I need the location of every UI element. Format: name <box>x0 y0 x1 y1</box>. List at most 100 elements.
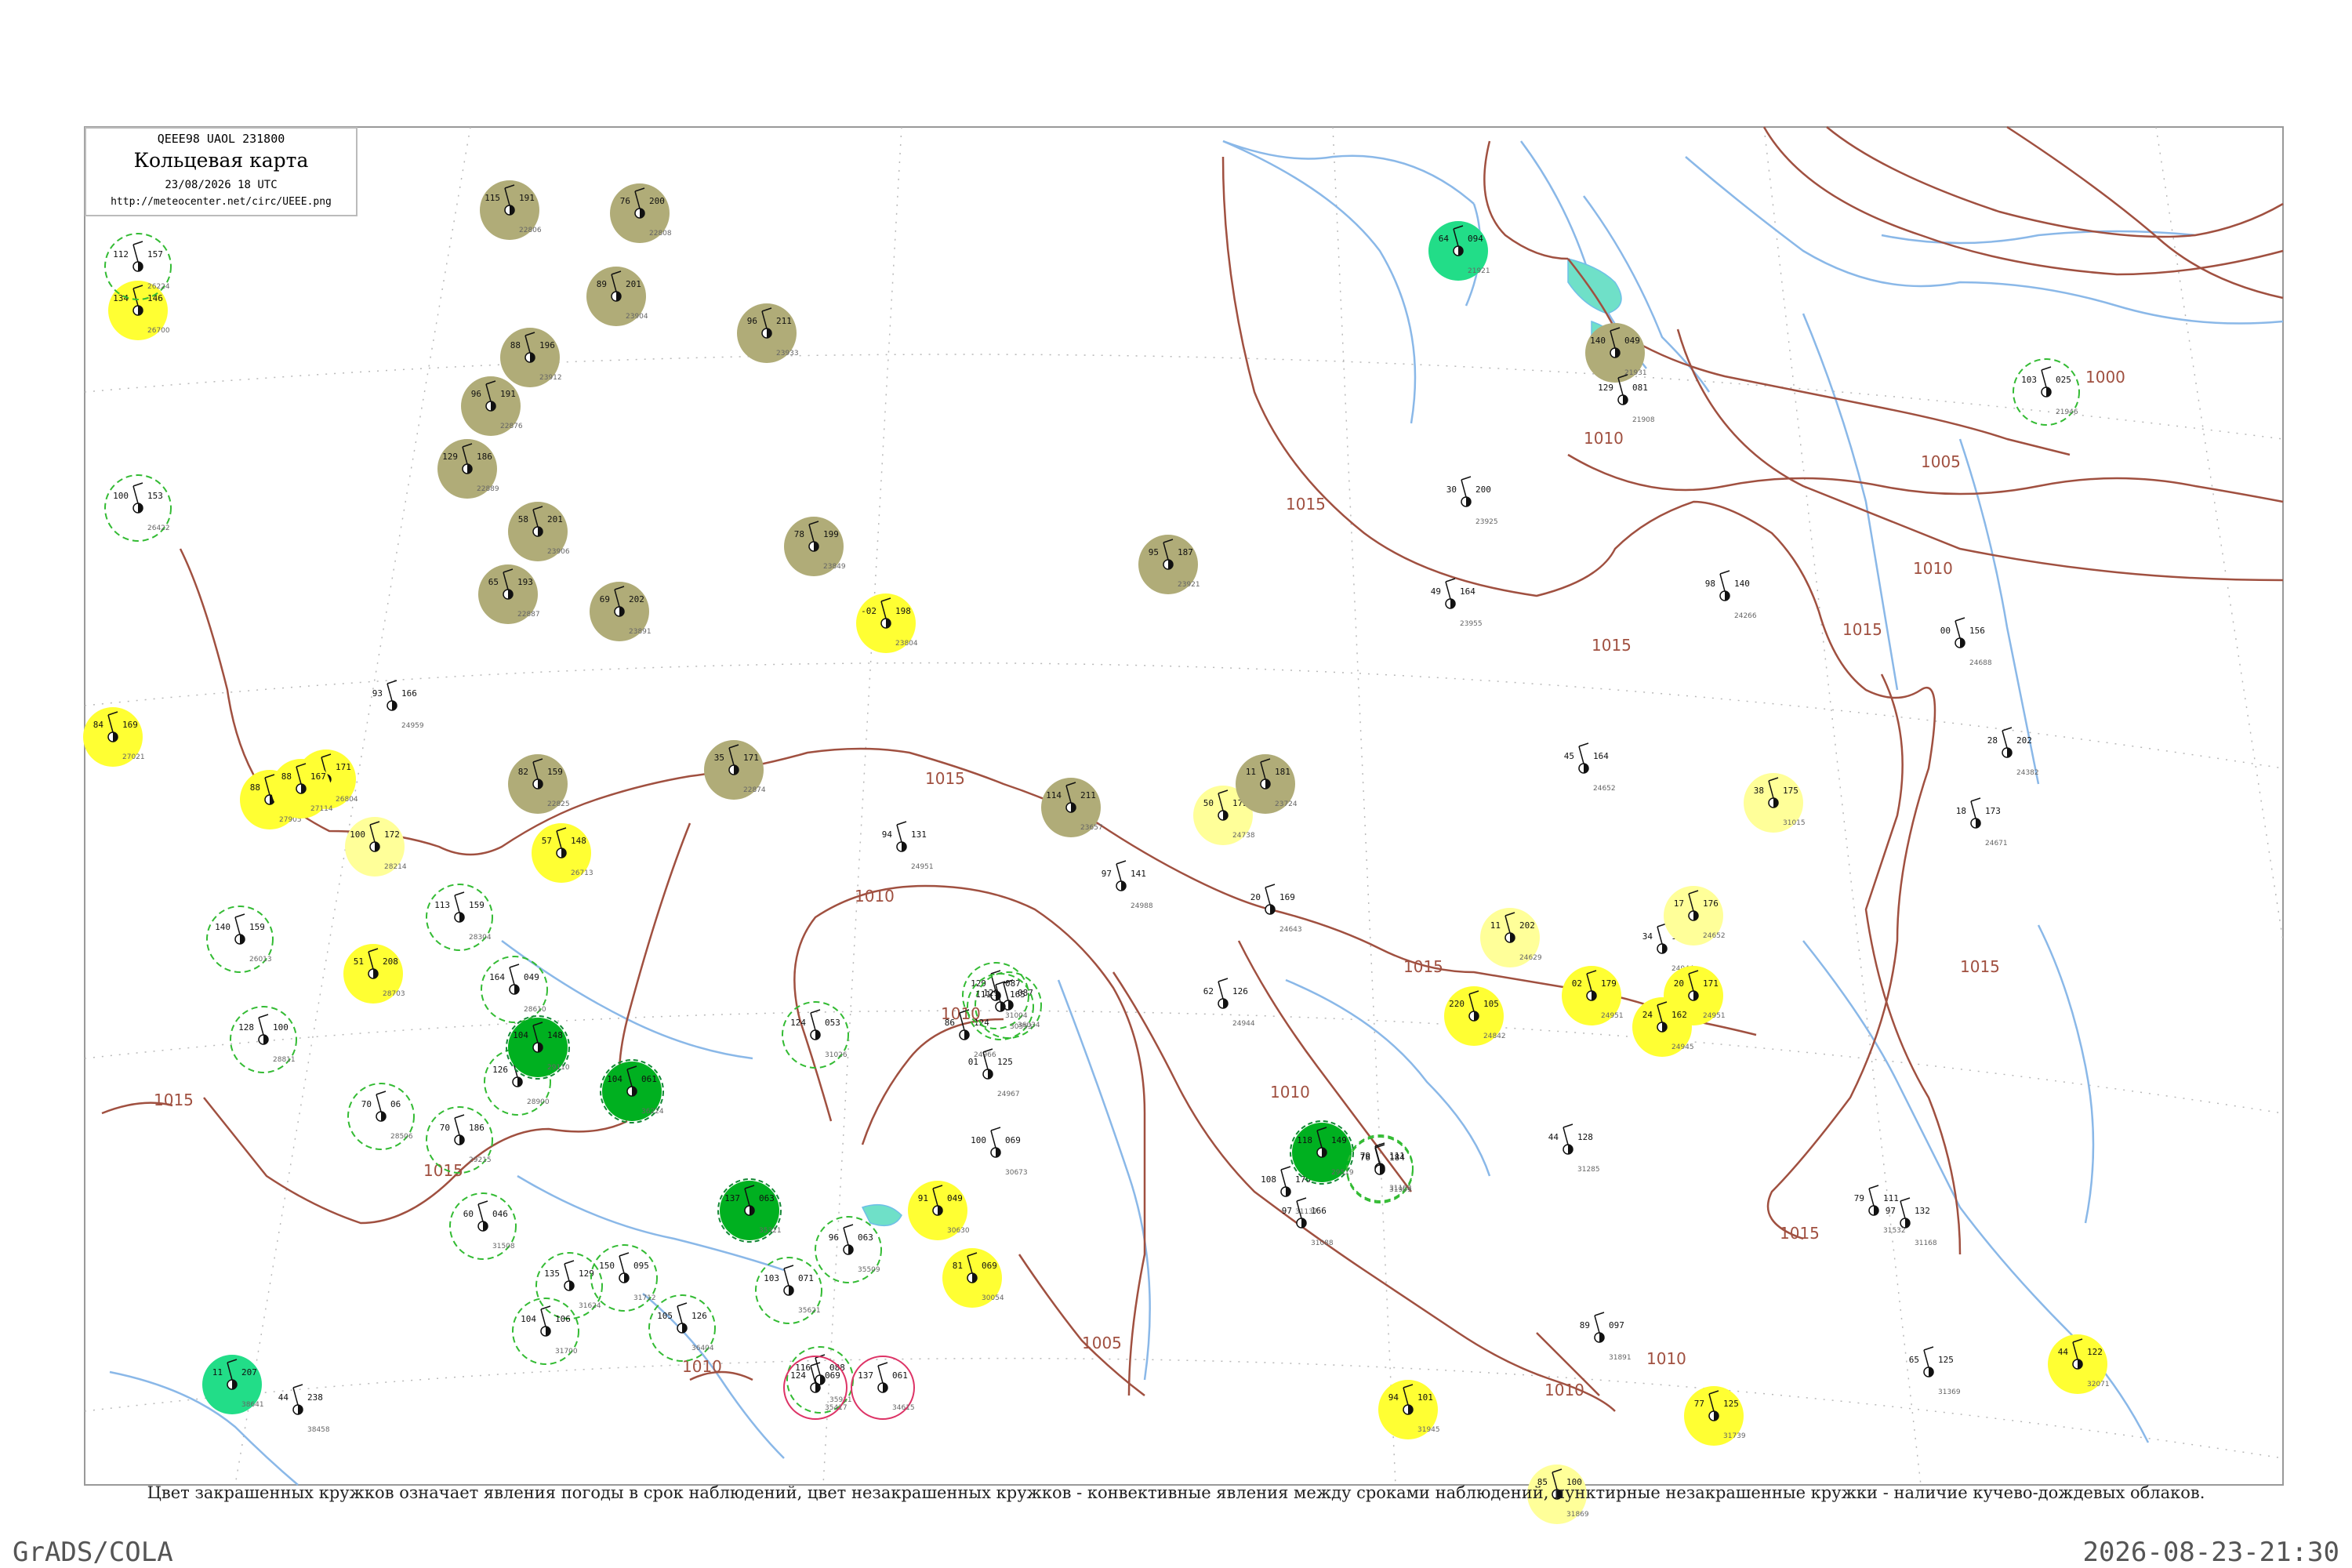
station-id: 23912 <box>539 374 562 382</box>
station-id: 24738 <box>1232 832 1255 840</box>
station-id: 23933 <box>776 350 799 358</box>
station-pressure: 176 <box>1703 898 1719 909</box>
isobar-label: 1015 <box>1403 957 1443 976</box>
map-title: Кольцевая карта <box>133 149 309 172</box>
station-pressure: 157 <box>147 249 163 260</box>
station-temperature: 140 <box>1590 336 1606 346</box>
station-temperature: 28 <box>1987 735 1998 746</box>
station-temperature: 103 <box>2021 375 2037 385</box>
station-temperature: 44 <box>278 1392 289 1403</box>
station-temperature: 114 <box>1046 790 1062 800</box>
station-pressure: 191 <box>519 193 535 203</box>
station-id: 35417 <box>825 1404 848 1412</box>
isobar-label: 1015 <box>1780 1224 1820 1243</box>
station-temperature: 86 <box>945 1018 955 1028</box>
station-pressure: 153 <box>147 491 163 501</box>
station-id: 31712 <box>633 1294 656 1302</box>
station-pressure: 149 <box>1331 1135 1347 1145</box>
station-pressure: 06 <box>390 1099 401 1109</box>
station-id: 24959 <box>401 722 424 730</box>
station-pressure: 125 <box>997 1057 1013 1067</box>
isobar-label: 1015 <box>423 1161 463 1180</box>
station-temperature: 50 <box>1203 798 1214 808</box>
station-id: 21921 <box>1468 267 1490 275</box>
synoptic-map: 1015 1015 1015 1015 1015 1015 1015 1015 … <box>83 125 2284 1524</box>
station-pressure: 128 <box>1577 1132 1593 1142</box>
station-id: 31026 <box>825 1051 848 1059</box>
station-id: 24382 <box>2016 769 2039 777</box>
station-pressure: 071 <box>798 1273 814 1283</box>
station-temperature: 96 <box>747 316 757 326</box>
isobar-label: 1000 <box>2085 368 2125 387</box>
station-pressure: 126 <box>1232 986 1248 996</box>
station-id: 31700 <box>555 1348 578 1356</box>
station-temperature: 124 <box>790 1370 806 1381</box>
station-id: 23925 <box>1475 518 1498 526</box>
station-pressure: 159 <box>547 767 563 777</box>
station-pressure: 202 <box>629 594 644 604</box>
station-pressure: 187 <box>1178 547 1193 557</box>
station-pressure: 132 <box>1915 1206 1930 1216</box>
station-pressure: 181 <box>1275 767 1290 777</box>
station-id: 24951 <box>911 863 934 871</box>
station-id: 35509 <box>858 1266 880 1274</box>
station-temperature: 79 <box>1854 1193 1864 1203</box>
isobar-label: 1005 <box>1082 1334 1122 1352</box>
station-pressure: 164 <box>1460 586 1475 597</box>
station-temperature: -02 <box>861 606 877 616</box>
station-id: 26224 <box>147 283 170 291</box>
station-pressure: 200 <box>649 196 665 206</box>
station-pressure: 049 <box>1624 336 1640 346</box>
isobar-label: 1010 <box>1544 1381 1584 1399</box>
map-datetime: 23/08/2026 18 UTC <box>165 179 278 191</box>
station-pressure: 046 <box>492 1209 508 1219</box>
station-temperature: 104 <box>513 1030 528 1040</box>
station-id: 24688 <box>1969 659 1992 667</box>
station-pressure: 198 <box>895 606 911 616</box>
station-id: 28703 <box>383 990 405 998</box>
station-id: 31739 <box>1723 1432 1746 1440</box>
station-pressure: 173 <box>1985 806 2001 816</box>
isobar-label: 1015 <box>1592 636 1632 655</box>
station-temperature: 164 <box>489 972 505 982</box>
station-id: 21931 <box>1624 369 1647 377</box>
station-pressure: 081 <box>1632 383 1648 393</box>
station-pressure: 164 <box>1593 751 1609 761</box>
station-id: 24671 <box>1985 840 2008 848</box>
station-pressure: 238 <box>307 1392 323 1403</box>
station-id: 24842 <box>1483 1033 1506 1040</box>
isobar-label: 1015 <box>925 769 965 788</box>
station-temperature: 00 <box>1940 626 1951 636</box>
station-temperature: 38 <box>1754 786 1764 796</box>
station-temperature: 58 <box>518 514 528 524</box>
station-temperature: 70 <box>361 1099 372 1109</box>
station-pressure: 049 <box>524 972 539 982</box>
station-temperature: 97 <box>1886 1206 1896 1216</box>
station-temperature: 77 <box>1694 1399 1704 1409</box>
station-temperature: 98 <box>1705 579 1715 589</box>
station-id: 24944 <box>1232 1020 1255 1028</box>
station-pressure: 167 <box>310 771 326 782</box>
source-url: http://meteocenter.net/circ/UEEE.png <box>111 196 332 208</box>
station-temperature: 91 <box>918 1193 928 1203</box>
station-id: 28900 <box>527 1098 550 1106</box>
station-temperature: 62 <box>1203 986 1214 996</box>
station-id: 31945 <box>1417 1426 1440 1434</box>
station-id: 24266 <box>1734 612 1757 620</box>
station-id: 26713 <box>571 869 593 877</box>
map-caption: Цвет закрашенных кружков означает явлени… <box>147 1483 2205 1502</box>
station-id: 22874 <box>743 786 766 794</box>
station-id: 24643 <box>1279 926 1302 934</box>
isobar-label: 1015 <box>1960 957 2000 976</box>
station-temperature: 01 <box>968 1057 978 1067</box>
station-temperature: 96 <box>829 1232 839 1243</box>
station-pressure: 166 <box>1311 1206 1327 1216</box>
station-id: 30054 <box>982 1294 1004 1302</box>
station-temperature: 97 <box>1282 1206 1292 1216</box>
station-pressure: 111 <box>1883 1193 1899 1203</box>
station-temperature: 104 <box>521 1314 536 1324</box>
station-id: 22889 <box>477 485 499 493</box>
station-id: 38641 <box>241 1401 264 1409</box>
station-id: 31532 <box>1883 1227 1906 1235</box>
station-temperature: 88 <box>281 771 292 782</box>
